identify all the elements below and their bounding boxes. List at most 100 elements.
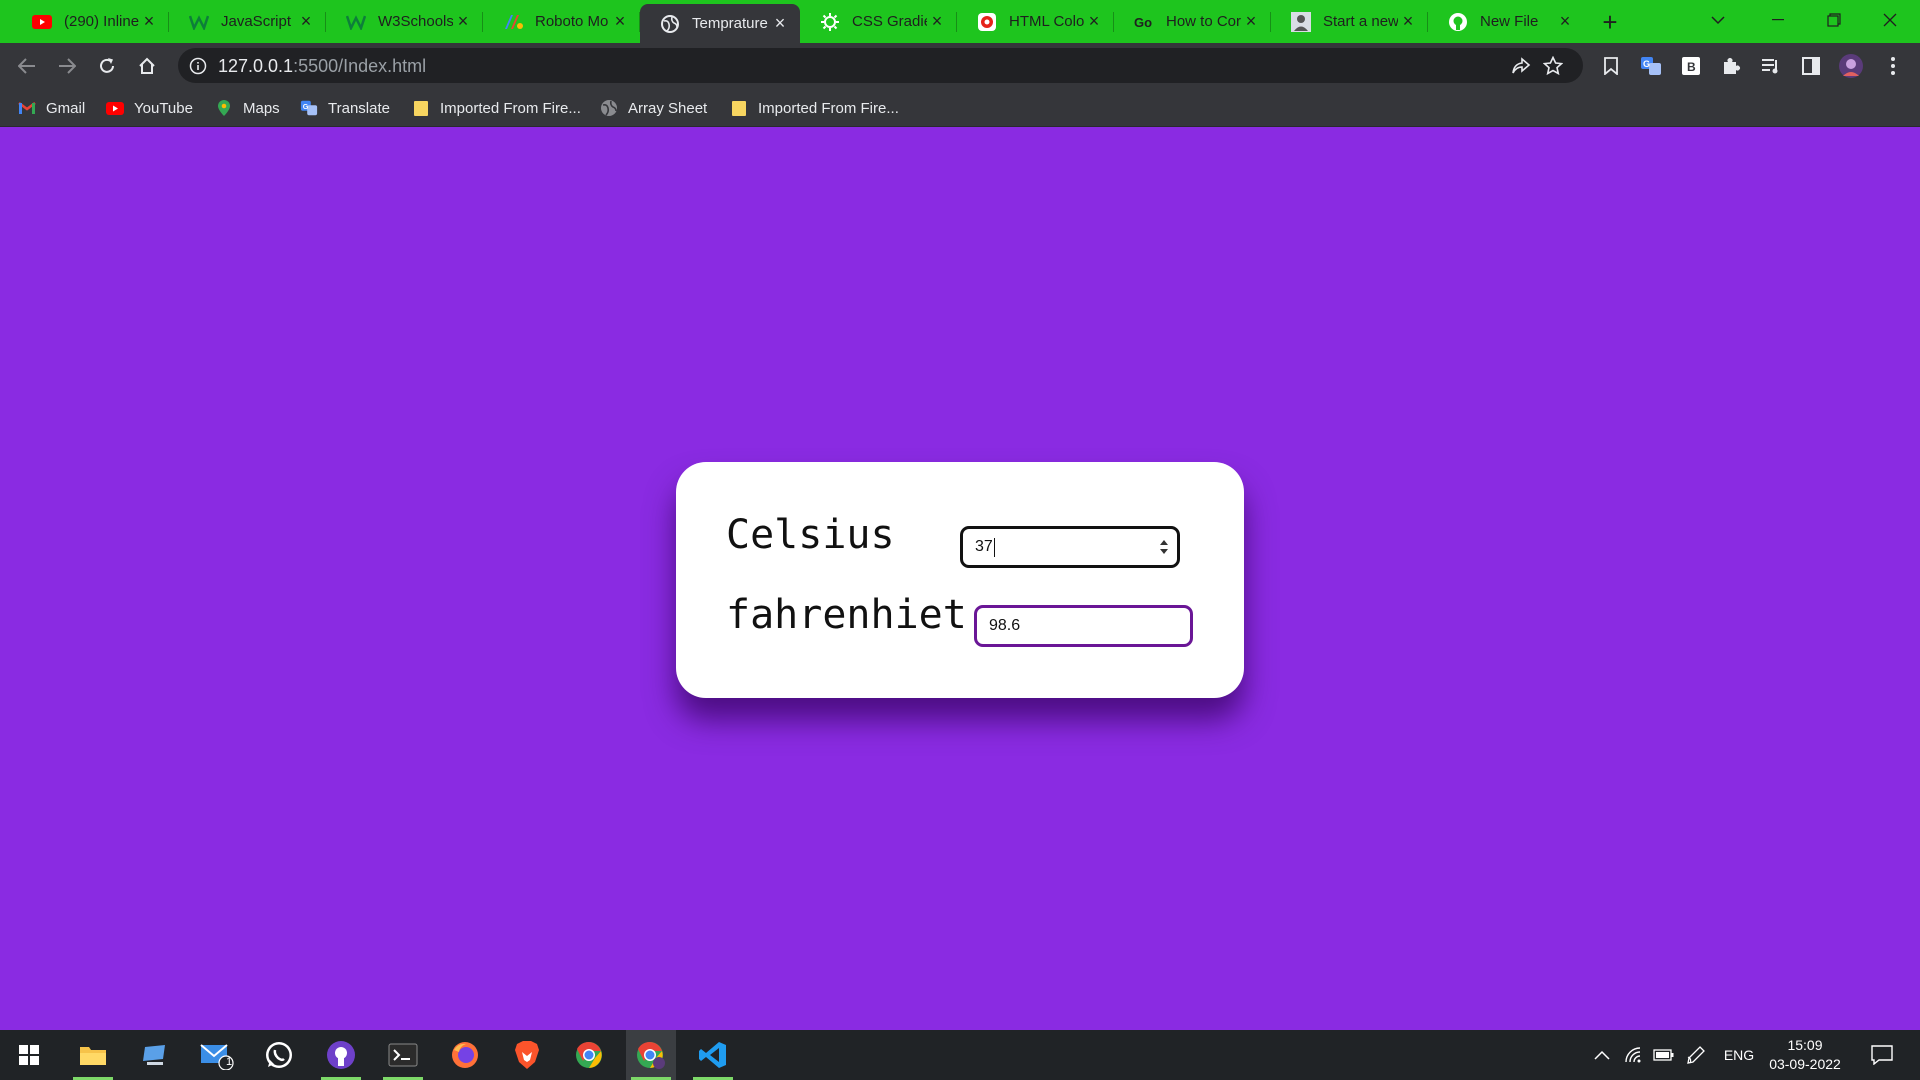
tab-close-icon[interactable]: × (453, 11, 473, 32)
number-spinner[interactable] (1159, 539, 1169, 555)
pen-workspace-button[interactable] (1682, 1030, 1710, 1080)
tab-close-icon[interactable]: × (1555, 11, 1575, 32)
taskbar-firefox[interactable] (440, 1030, 490, 1080)
taskbar-brave[interactable] (502, 1030, 552, 1080)
minimize-button[interactable] (1750, 0, 1806, 40)
tab-title: Temprature (692, 15, 768, 32)
site-info-icon[interactable] (188, 56, 208, 76)
taskbar-vscode[interactable] (688, 1030, 738, 1080)
tab-html-color[interactable]: HTML Colo × (957, 4, 1114, 39)
reload-button[interactable] (92, 51, 122, 81)
battery-status[interactable] (1650, 1030, 1678, 1080)
tab-close-icon[interactable]: × (1084, 11, 1104, 32)
tab-close-icon[interactable]: × (296, 11, 316, 32)
gear-icon (820, 12, 840, 32)
maps-icon (215, 99, 233, 117)
tab-search-button[interactable] (1690, 0, 1746, 40)
bookmark-youtube[interactable]: YouTube (106, 95, 193, 121)
w3schools-icon (189, 12, 209, 32)
taskbar-mail[interactable]: 1 (192, 1030, 242, 1080)
url-text: 127.0.0.1:5500/Index.html (218, 56, 426, 77)
close-window-button[interactable] (1862, 0, 1918, 40)
tab-roboto[interactable]: Roboto Mo × (483, 4, 640, 39)
back-button[interactable] (12, 51, 42, 81)
avatar (1839, 54, 1863, 78)
tab-start-new[interactable]: Start a new × (1271, 4, 1428, 39)
b-extension[interactable]: B (1676, 51, 1706, 81)
translate-icon: G (300, 99, 318, 117)
bookmark-button[interactable] (1596, 51, 1626, 81)
menu-button[interactable] (1878, 51, 1908, 81)
svg-text:G: G (1643, 59, 1650, 69)
tab-new-file[interactable]: New File × (1428, 4, 1585, 39)
windows-start-icon (19, 1045, 39, 1065)
tab-javascript[interactable]: JavaScript E × (169, 4, 326, 39)
tab-strip: (290) Inline × JavaScript E × W3Schools … (0, 0, 1920, 43)
profile-button[interactable] (1836, 51, 1866, 81)
google-fonts-icon (503, 12, 523, 32)
side-panel-icon (1802, 57, 1820, 75)
home-icon (139, 57, 155, 74)
bookmark-gmail[interactable]: Gmail (18, 95, 85, 121)
bookmark-label: Imported From Fire... (440, 99, 581, 117)
celsius-input[interactable]: 37 (960, 526, 1180, 568)
tab-close-icon[interactable]: × (927, 11, 947, 32)
tab-close-icon[interactable]: × (770, 13, 790, 34)
youtube-icon (32, 12, 52, 32)
taskbar-whatsapp[interactable] (254, 1030, 304, 1080)
tab-close-icon[interactable]: × (139, 11, 159, 32)
start-button[interactable] (4, 1030, 54, 1080)
share-icon[interactable] (1510, 55, 1532, 77)
forward-button[interactable] (52, 51, 82, 81)
vscode-icon (699, 1042, 726, 1068)
tab-how-to[interactable]: Go How to Cor × (1114, 4, 1271, 39)
url-path: :5500/Index.html (293, 56, 427, 76)
bookmark-folder-imported-1[interactable]: Imported From Fire... (412, 95, 581, 121)
home-button[interactable] (132, 51, 162, 81)
bookmark-folder-imported-2[interactable]: Imported From Fire... (730, 95, 899, 121)
taskbar-github-desktop[interactable] (316, 1030, 366, 1080)
tab-close-icon[interactable]: × (610, 11, 630, 32)
new-tab-button[interactable]: + (1596, 7, 1624, 37)
chrome-icon (576, 1041, 602, 1068)
media-button[interactable] (1756, 51, 1786, 81)
restore-button[interactable] (1806, 0, 1862, 40)
tab-close-icon[interactable]: × (1241, 11, 1261, 32)
tab-youtube[interactable]: (290) Inline × (12, 4, 169, 39)
taskbar-chrome-profile[interactable] (626, 1030, 676, 1080)
chrome-profile-icon (637, 1041, 665, 1069)
show-hidden-icons-button[interactable] (1588, 1030, 1616, 1080)
youtube-icon (106, 99, 124, 117)
spin-up-icon[interactable] (1159, 539, 1169, 545)
playlist-icon (1762, 59, 1778, 74)
taskbar-this-pc[interactable] (130, 1030, 180, 1080)
tab-temprature[interactable]: Temprature × (640, 4, 800, 43)
tab-w3schools[interactable]: W3Schools × (326, 4, 483, 39)
spin-down-icon[interactable] (1159, 549, 1169, 555)
extensions-button[interactable] (1716, 51, 1746, 81)
url-host: 127.0.0.1 (218, 56, 294, 76)
taskbar-chrome[interactable] (564, 1030, 614, 1080)
side-panel-button[interactable] (1796, 51, 1826, 81)
taskbar-terminal[interactable] (378, 1030, 428, 1080)
whatsapp-icon (266, 1042, 292, 1068)
bookmark-array-sheet[interactable]: Array Sheet (600, 95, 707, 121)
file-explorer-icon (80, 1047, 106, 1065)
bookmark-translate[interactable]: G Translate (300, 95, 390, 121)
globe-icon (600, 99, 618, 117)
language-indicator[interactable]: ENG (1716, 1030, 1762, 1080)
address-bar[interactable]: 127.0.0.1:5500/Index.html (178, 48, 1583, 83)
translate-extension[interactable]: G (1636, 51, 1666, 81)
battery-icon (1653, 1049, 1674, 1061)
fahrenheit-input[interactable]: 98.6 (974, 605, 1193, 647)
tab-close-icon[interactable]: × (1398, 11, 1418, 32)
star-icon[interactable] (1542, 55, 1564, 77)
notification-icon (1871, 1045, 1893, 1065)
taskbar-file-explorer[interactable] (68, 1030, 118, 1080)
system-clock[interactable]: 15:09 03-09-2022 (1760, 1036, 1850, 1074)
notifications-button[interactable] (1864, 1030, 1900, 1080)
bookmark-maps[interactable]: Maps (215, 95, 280, 121)
tab-css-gradient[interactable]: CSS Gradie × (800, 4, 957, 39)
close-icon (1883, 13, 1897, 27)
network-status[interactable] (1620, 1030, 1648, 1080)
